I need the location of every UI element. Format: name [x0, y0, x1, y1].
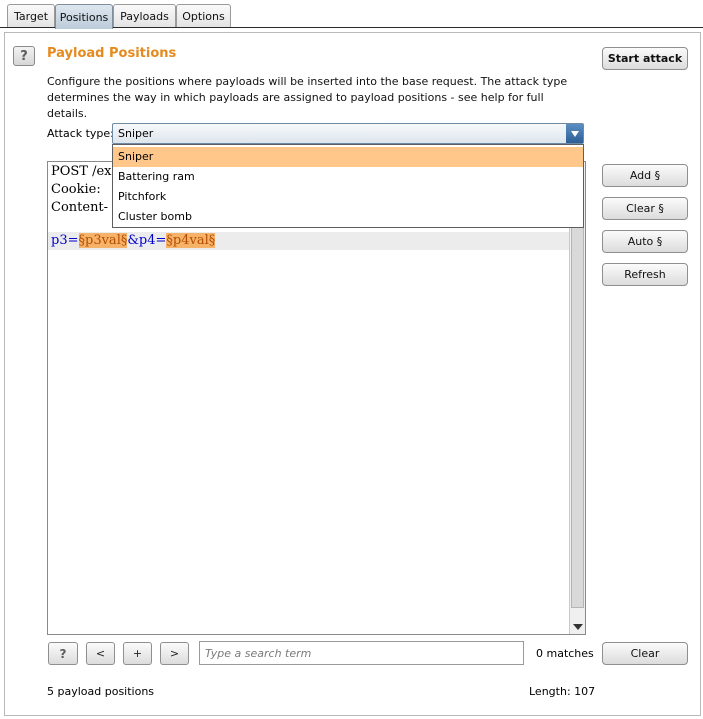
scroll-down-arrow-icon[interactable] — [573, 624, 583, 630]
dropdown-arrow-icon[interactable] — [566, 124, 583, 143]
param-p4-name: &p4= — [127, 233, 167, 248]
start-attack-button[interactable]: Start attack — [602, 47, 688, 70]
add-marker-button[interactable]: Add § — [602, 164, 688, 187]
search-match-count: 0 matches — [536, 647, 594, 660]
search-input[interactable] — [199, 641, 524, 665]
editor-scrollbar[interactable] — [569, 162, 585, 634]
refresh-button[interactable]: Refresh — [602, 263, 688, 286]
request-editor[interactable]: POST /ex Cookie: Content- p3=§p3val§&p4=… — [47, 161, 586, 635]
option-pitchfork[interactable]: Pitchfork — [113, 187, 583, 207]
clear-markers-button[interactable]: Clear § — [602, 197, 688, 220]
param-p3-name: p3= — [51, 233, 79, 248]
help-icon: ? — [59, 646, 67, 661]
tab-options[interactable]: Options — [176, 4, 231, 28]
attack-type-dropdown-list: Sniper Battering ram Pitchfork Cluster b… — [112, 144, 584, 228]
search-previous-button[interactable]: < — [86, 642, 115, 665]
attack-type-select[interactable]: Sniper — [112, 123, 584, 144]
help-button[interactable]: ? — [13, 46, 35, 66]
editor-line-2: Cookie: — [51, 182, 101, 197]
panel-description: Configure the positions where payloads w… — [47, 75, 568, 120]
panel-title: Payload Positions — [47, 46, 177, 61]
search-help-button[interactable]: ? — [48, 642, 78, 665]
attack-type-selected-value: Sniper — [118, 127, 154, 140]
payload-positions-panel: ? Payload Positions Configure the positi… — [4, 32, 701, 716]
tab-bar: Target Positions Payloads Options — [0, 0, 703, 29]
search-clear-button[interactable]: Clear — [602, 642, 688, 665]
attack-type-label: Attack type: — [47, 127, 114, 140]
request-length: Length: 107 — [529, 685, 596, 698]
tab-target[interactable]: Target — [7, 4, 55, 28]
tab-payloads[interactable]: Payloads — [113, 4, 176, 28]
auto-markers-button[interactable]: Auto § — [602, 230, 688, 253]
option-battering-ram[interactable]: Battering ram — [113, 167, 583, 187]
payload-position-count: 5 payload positions — [47, 685, 155, 698]
editor-line-1: POST /ex — [51, 164, 112, 179]
payload-marker-p4: §p4val§ — [166, 233, 216, 248]
payload-marker-p3: §p3val§ — [78, 233, 128, 248]
scrollbar-thumb[interactable] — [571, 180, 584, 608]
search-add-button[interactable]: + — [123, 642, 152, 665]
search-next-button[interactable]: > — [160, 642, 189, 665]
tab-positions[interactable]: Positions — [55, 4, 113, 29]
option-cluster-bomb[interactable]: Cluster bomb — [113, 207, 583, 227]
help-icon: ? — [20, 48, 28, 64]
editor-param-line: p3=§p3val§&p4=§p4val§ — [51, 232, 216, 250]
editor-line-3: Content- — [51, 200, 109, 215]
option-sniper[interactable]: Sniper — [113, 147, 583, 167]
